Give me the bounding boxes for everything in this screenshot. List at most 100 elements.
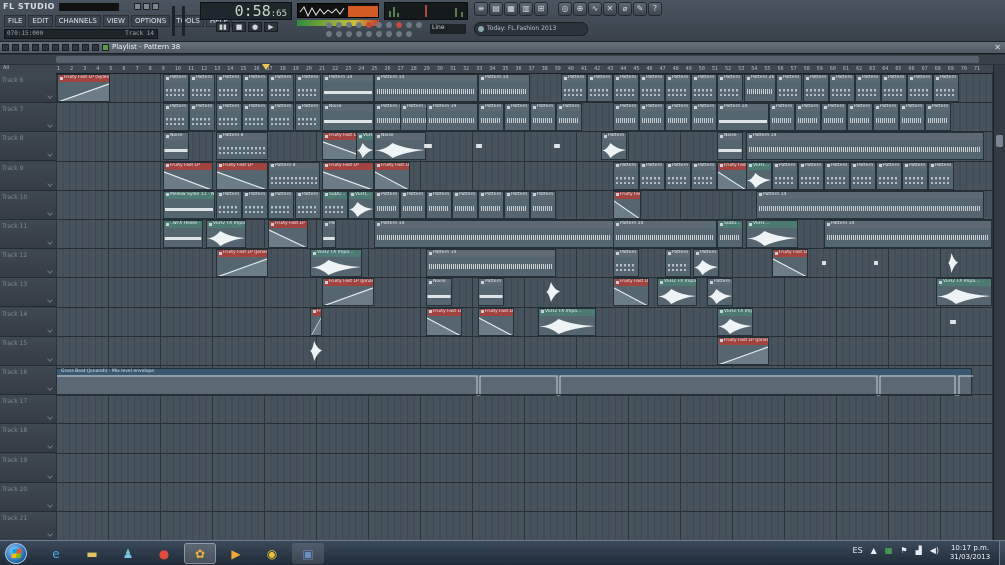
playlist-clip[interactable]: Pattern 6 — [561, 74, 587, 102]
vertical-scrollbar[interactable] — [993, 65, 1005, 540]
playlist-clip[interactable] — [546, 278, 560, 306]
playlist-clip[interactable]: Pattern 6 — [691, 74, 717, 102]
fl-studio-taskbar-icon[interactable]: ✿ — [184, 543, 216, 564]
menu-file[interactable]: FILE — [4, 15, 27, 27]
playlist-clip[interactable]: Fruity Fast LP — [163, 161, 213, 190]
playlist-clip[interactable]: VEH2 FX Impa... — [657, 278, 697, 307]
playlist-clip[interactable]: Pattern 30 — [902, 161, 928, 190]
playlist-clip[interactable]: Fruity Fast LP — [268, 220, 308, 248]
playlist-menu-icon[interactable] — [2, 44, 9, 51]
track-resize-icon[interactable] — [47, 297, 53, 304]
playlist-clip[interactable]: Pattern 14 — [613, 220, 717, 248]
playlist-clip[interactable]: Pattern 23 — [691, 103, 717, 132]
playlist-clip[interactable]: Pattern 28 — [933, 74, 959, 102]
playlist-clip[interactable]: Pattern 5 — [189, 74, 215, 102]
tray-app-icon[interactable]: ▦ — [885, 546, 893, 555]
playlist-clip[interactable]: Fruity Fast LP — [613, 190, 641, 219]
link-icon[interactable]: ⌀ — [618, 2, 632, 16]
playlist-clip[interactable]: Pattern 7 — [268, 103, 294, 132]
track-resize-icon[interactable] — [47, 385, 53, 391]
playlist-clip[interactable]: Pattern 7 — [295, 103, 321, 132]
playlist-clip[interactable]: Fruity Fast LP — [717, 161, 747, 190]
playlist-clip[interactable]: Pattern 14 — [374, 220, 614, 248]
playlist-clip[interactable]: Pattern 5 — [295, 74, 321, 102]
horizontal-scrollbar[interactable] — [0, 55, 1005, 64]
playlist-clip[interactable]: Pattern 14 — [824, 220, 992, 248]
mute-tool-icon[interactable] — [52, 44, 59, 51]
playlist-clip[interactable]: Pattern 5 — [691, 161, 717, 190]
playlist-clip[interactable]: SuDu... — [717, 220, 743, 248]
playlist-clip[interactable]: Fruity Fast LP — [374, 161, 410, 190]
track-resize-icon[interactable] — [47, 239, 53, 245]
track-header[interactable]: Track 21 — [0, 512, 56, 541]
playlist-clip[interactable]: Pattern 14 — [374, 74, 478, 102]
playlist-clip[interactable]: Fruity Fast LP (Jonaroh) — [216, 249, 268, 278]
show-hidden-icon[interactable]: ▲ — [871, 546, 877, 555]
playlist-clip[interactable]: Pattern 24 — [556, 103, 582, 132]
track-resize-icon[interactable] — [47, 209, 53, 216]
playlist-clip[interactable]: Pattern 25 — [873, 103, 899, 132]
playlist-clip[interactable]: Pattern 14 — [717, 103, 769, 132]
tools-icon[interactable]: ✕ — [603, 2, 617, 16]
playlist-clip[interactable]: Pattern 24 — [478, 103, 504, 132]
playlist-clip[interactable]: Pattern 23 — [639, 103, 665, 132]
playlist-grid[interactable]: Gross Beat (Jonaroh) - Mix level envelop… — [56, 74, 993, 540]
save-disk-icon[interactable]: ▣ — [292, 543, 324, 564]
window-buttons[interactable] — [134, 3, 159, 10]
playlist-clip[interactable]: Pattern 20 — [530, 190, 556, 219]
playlist-clip[interactable]: VEH1... — [746, 220, 798, 248]
playlist-clip[interactable]: Pattern 23 — [795, 103, 821, 132]
track-header[interactable]: Track 14 — [0, 307, 56, 337]
select-tool-icon[interactable] — [82, 44, 89, 51]
track-header[interactable]: Track 16 — [0, 366, 56, 395]
playlist-clip[interactable]: Pattern 27 — [829, 74, 855, 102]
playlist-icon[interactable]: ≡ — [474, 2, 488, 16]
playlist-clip[interactable]: Pattern 8 — [268, 161, 320, 190]
playlist-clip[interactable]: Pattern 14 — [769, 103, 795, 132]
track-resize-icon[interactable] — [47, 326, 53, 333]
playlist-clip[interactable]: VEH1... — [356, 132, 374, 161]
menu-edit[interactable]: EDIT — [28, 15, 53, 27]
playlist-clip[interactable]: Pattern 7 — [268, 190, 294, 219]
track-resize-icon[interactable] — [47, 151, 53, 158]
playlist-clip[interactable]: Noise — [163, 132, 189, 161]
vertical-scroll-thumb[interactable] — [996, 135, 1003, 147]
playlist-clip[interactable]: Pattern 8 — [665, 249, 691, 278]
playlist-clip[interactable]: Pattern 7 — [295, 190, 321, 219]
playlist-clip[interactable]: Pattern 25 — [772, 161, 798, 190]
playlist-clip[interactable]: Fruity Fast LP (Jonaroh) — [717, 336, 769, 365]
playlist-clip[interactable]: Pattern 5 — [639, 161, 665, 190]
playlist-clip[interactable]: VEH2 FX Impa... — [936, 278, 992, 307]
help-icon[interactable]: ? — [648, 2, 662, 16]
track-resize-icon[interactable] — [47, 268, 53, 275]
chrome-icon[interactable]: ◉ — [256, 543, 288, 564]
playlist-clip[interactable]: Pattern 6 — [639, 74, 665, 102]
track-resize-icon[interactable] — [47, 355, 53, 362]
playlist-clip[interactable]: Fruity Fast LP — [216, 161, 268, 190]
track-resize-icon[interactable] — [47, 180, 53, 187]
volume-icon[interactable]: ◀) — [930, 546, 939, 555]
playlist-clip[interactable]: Noise — [374, 132, 426, 161]
playlist-clip[interactable]: Pattern 8 — [478, 278, 504, 307]
playlist-clip[interactable]: ..wFX Hexes - Th... — [163, 220, 203, 248]
playlist-clip[interactable]: Pattern 19 — [925, 103, 951, 132]
playlist-clip[interactable]: VEH1... — [746, 161, 772, 190]
playlist-clip[interactable]: Pattern 7 — [242, 103, 268, 132]
playlist-clip[interactable]: Pattern 5 — [665, 161, 691, 190]
playlist-clip[interactable]: Fruity Fast LP — [613, 278, 649, 307]
playlist-clip[interactable]: Pattern 14 — [478, 74, 530, 102]
playlist-clip[interactable]: Fruity Fast LP — [772, 249, 808, 278]
track-header[interactable]: Track 20 — [0, 482, 56, 512]
track-resize-icon[interactable] — [47, 414, 53, 421]
playlist-clip[interactable]: Pattern 29 — [876, 161, 902, 190]
playlist-clip[interactable]: Pattern 21 — [478, 190, 504, 219]
playlist-clip[interactable]: Pattern 5 — [693, 249, 719, 278]
playlist-clip[interactable]: Fruity Fast LP (Sylenth... — [57, 74, 110, 102]
playlist-clip[interactable]: Pattern 14 — [756, 190, 984, 219]
playlist-clip[interactable]: Pattern 24 — [530, 103, 556, 132]
playlist-clip[interactable]: Noise — [322, 103, 374, 132]
track-header[interactable]: Track 6 — [0, 74, 56, 103]
internet-explorer-icon[interactable]: e — [40, 543, 72, 564]
language-indicator[interactable]: ES — [853, 546, 863, 555]
playlist-clip[interactable]: Fruity Fast LP — [310, 307, 322, 336]
